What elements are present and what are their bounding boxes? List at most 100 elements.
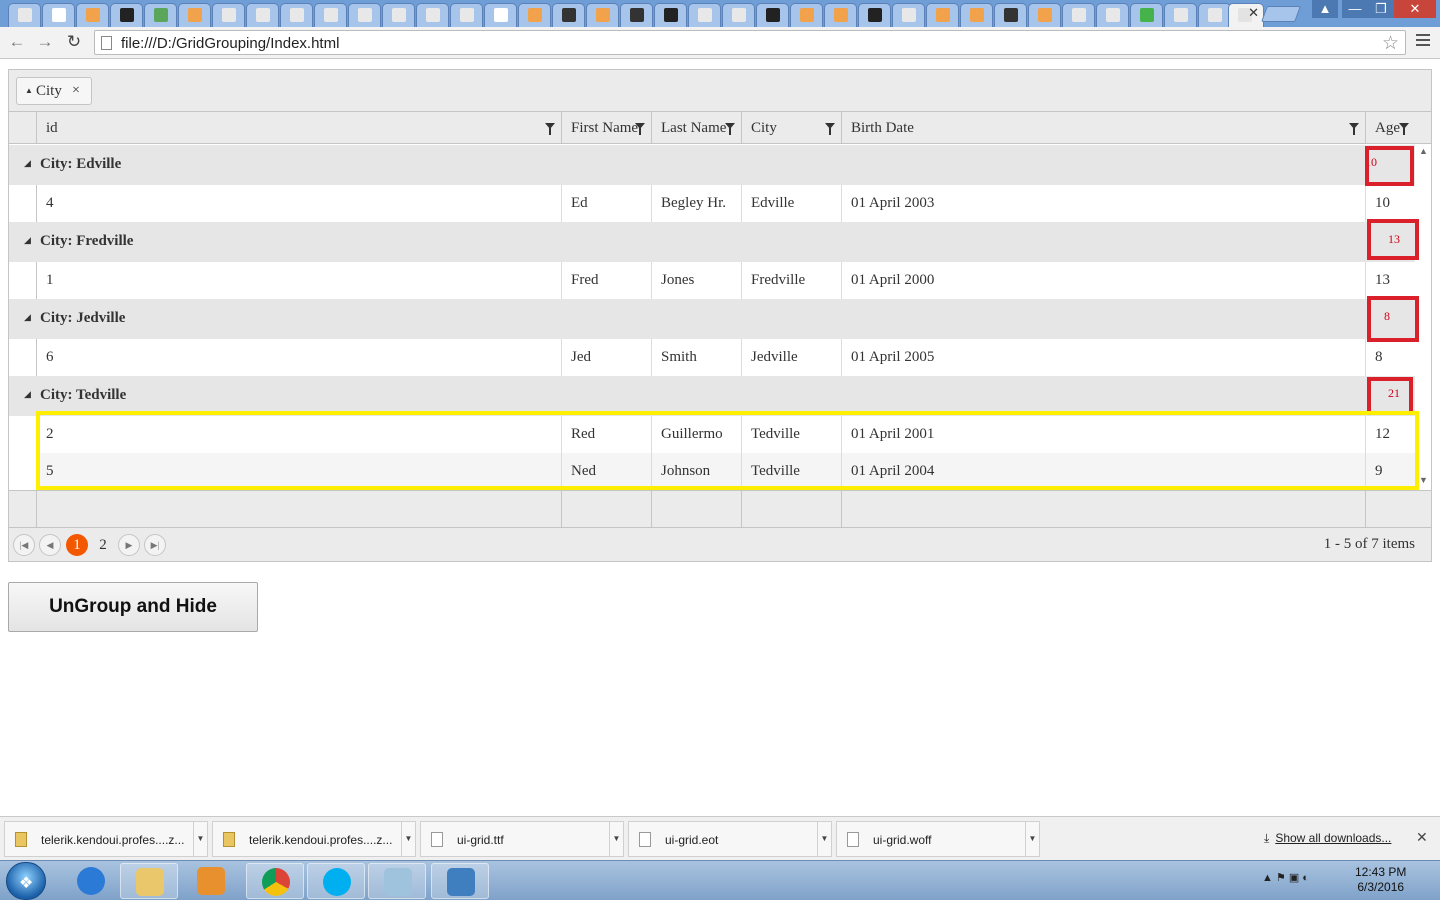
taskbar-notepad[interactable] (368, 863, 426, 899)
browser-tab[interactable] (824, 3, 857, 27)
group-header-row[interactable]: ◢ City: Edville 10 (9, 145, 1415, 185)
taskbar-chrome[interactable] (246, 863, 304, 899)
close-window-button[interactable]: ✕ (1394, 0, 1436, 18)
column-header-birth-date[interactable]: Birth Date (841, 112, 1365, 144)
system-tray-icons[interactable]: ▲ ⚑ ▣ ◐ (1262, 871, 1309, 884)
browser-tab[interactable] (552, 3, 585, 27)
table-row[interactable]: 6 Jed Smith Jedville 01 April 2005 8 (36, 339, 1415, 376)
remove-group-icon[interactable]: × (72, 78, 80, 104)
download-item[interactable]: ui-grid.ttf ▼ (420, 821, 624, 857)
ungroup-and-hide-button[interactable]: UnGroup and Hide (8, 582, 258, 632)
browser-tab[interactable] (144, 3, 177, 27)
group-header-row[interactable]: ◢ City: Tedville 21 (9, 376, 1415, 416)
group-header-row[interactable]: ◢ City: Fredville 13 (9, 222, 1415, 262)
first-page-icon[interactable]: |◀ (13, 534, 35, 556)
download-menu-chevron-icon[interactable]: ▼ (1025, 822, 1039, 856)
back-arrow-icon[interactable]: ← (7, 32, 27, 52)
filter-icon[interactable] (825, 123, 835, 135)
download-item[interactable]: telerik.kendoui.profes....z... ▼ (212, 821, 416, 857)
next-page-icon[interactable]: ▶ (118, 534, 140, 556)
browser-tab[interactable] (450, 3, 483, 27)
column-header-first-name[interactable]: First Name (561, 112, 651, 144)
download-menu-chevron-icon[interactable]: ▼ (609, 822, 623, 856)
table-row[interactable]: 1 Fred Jones Fredville 01 April 2000 13 (36, 262, 1415, 299)
browser-tab[interactable] (994, 3, 1027, 27)
browser-tab[interactable] (76, 3, 109, 27)
previous-page-icon[interactable]: ◀ (39, 534, 61, 556)
browser-tab[interactable] (688, 3, 721, 27)
address-bar[interactable]: file:///D:/GridGrouping/Index.html ☆ (94, 30, 1406, 55)
browser-tab[interactable] (1198, 3, 1231, 27)
last-page-icon[interactable]: ▶| (144, 534, 166, 556)
browser-tab[interactable] (1164, 3, 1197, 27)
browser-tab[interactable] (1028, 3, 1061, 27)
browser-tab[interactable] (518, 3, 551, 27)
browser-tab[interactable] (42, 3, 75, 27)
download-menu-chevron-icon[interactable]: ▼ (401, 822, 415, 856)
download-item[interactable]: telerik.kendoui.profes....z... ▼ (4, 821, 208, 857)
filter-icon[interactable] (1399, 123, 1409, 135)
browser-tab[interactable] (654, 3, 687, 27)
clock[interactable]: 12:43 PM 6/3/2016 (1355, 865, 1406, 895)
browser-tab[interactable] (586, 3, 619, 27)
browser-tab[interactable] (926, 3, 959, 27)
browser-tab[interactable] (178, 3, 211, 27)
filter-icon[interactable] (1349, 123, 1359, 135)
reload-icon[interactable]: ↻ (64, 32, 84, 52)
download-menu-chevron-icon[interactable]: ▼ (817, 822, 831, 856)
taskbar-photo-viewer[interactable] (431, 863, 489, 899)
browser-tab[interactable] (416, 3, 449, 27)
browser-tab[interactable] (1130, 3, 1163, 27)
show-all-downloads-link[interactable]: ⤓ Show all downloads... (1264, 831, 1391, 846)
maximize-button[interactable]: ❐ (1368, 0, 1394, 18)
browser-tab[interactable] (382, 3, 415, 27)
taskbar-skype[interactable] (307, 863, 365, 899)
bookmark-star-icon[interactable]: ☆ (1382, 32, 1399, 55)
scroll-down-arrow-icon[interactable]: ▼ (1419, 475, 1428, 485)
browser-tab[interactable] (314, 3, 347, 27)
group-header-row[interactable]: ◢ City: Jedville 8 (9, 299, 1415, 339)
download-menu-chevron-icon[interactable]: ▼ (193, 822, 207, 856)
active-tab[interactable]: ✕ (1228, 3, 1264, 27)
download-item[interactable]: ui-grid.eot ▼ (628, 821, 832, 857)
page-2-button[interactable]: 2 (92, 534, 114, 556)
browser-tab[interactable] (110, 3, 143, 27)
taskbar-explorer[interactable] (120, 863, 178, 899)
download-item[interactable]: ui-grid.woff ▼ (836, 821, 1040, 857)
browser-tab[interactable] (1062, 3, 1095, 27)
chrome-menu-icon[interactable] (1416, 34, 1430, 49)
browser-tab[interactable] (620, 3, 653, 27)
browser-tab[interactable] (280, 3, 313, 27)
browser-tab[interactable] (756, 3, 789, 27)
table-row[interactable]: 4 Ed Begley Hr. Edville 01 April 2003 10 (36, 185, 1415, 222)
start-button[interactable]: ❖ (6, 862, 46, 900)
new-tab-button[interactable] (1261, 6, 1301, 22)
browser-tab[interactable] (246, 3, 279, 27)
browser-tab[interactable] (960, 3, 993, 27)
browser-tab[interactable] (484, 3, 517, 27)
taskbar-media-player[interactable] (182, 863, 240, 899)
column-header-id[interactable]: id (36, 112, 561, 144)
page-1-button[interactable]: 1 (66, 534, 88, 556)
filter-icon[interactable] (725, 123, 735, 135)
browser-tab[interactable] (8, 3, 41, 27)
browser-tab[interactable] (1096, 3, 1129, 27)
column-header-last-name[interactable]: Last Name (651, 112, 741, 144)
tab-close-icon[interactable]: ✕ (1248, 5, 1259, 21)
browser-tab[interactable] (858, 3, 891, 27)
user-icon[interactable]: ▲ (1312, 0, 1338, 18)
group-indicator-city[interactable]: ▲ City × (16, 77, 92, 105)
column-header-age[interactable]: Age (1365, 112, 1415, 144)
collapse-arrow-icon[interactable]: ◢ (24, 235, 31, 246)
forward-arrow-icon[interactable]: → (35, 32, 55, 52)
browser-tab[interactable] (892, 3, 925, 27)
scroll-up-arrow-icon[interactable]: ▲ (1419, 146, 1428, 156)
filter-icon[interactable] (545, 123, 555, 135)
collapse-arrow-icon[interactable]: ◢ (24, 389, 31, 400)
browser-tab[interactable] (722, 3, 755, 27)
filter-icon[interactable] (635, 123, 645, 135)
minimize-button[interactable]: — (1342, 0, 1368, 18)
taskbar-ie[interactable] (62, 863, 120, 899)
browser-tab[interactable] (212, 3, 245, 27)
browser-tab[interactable] (790, 3, 823, 27)
